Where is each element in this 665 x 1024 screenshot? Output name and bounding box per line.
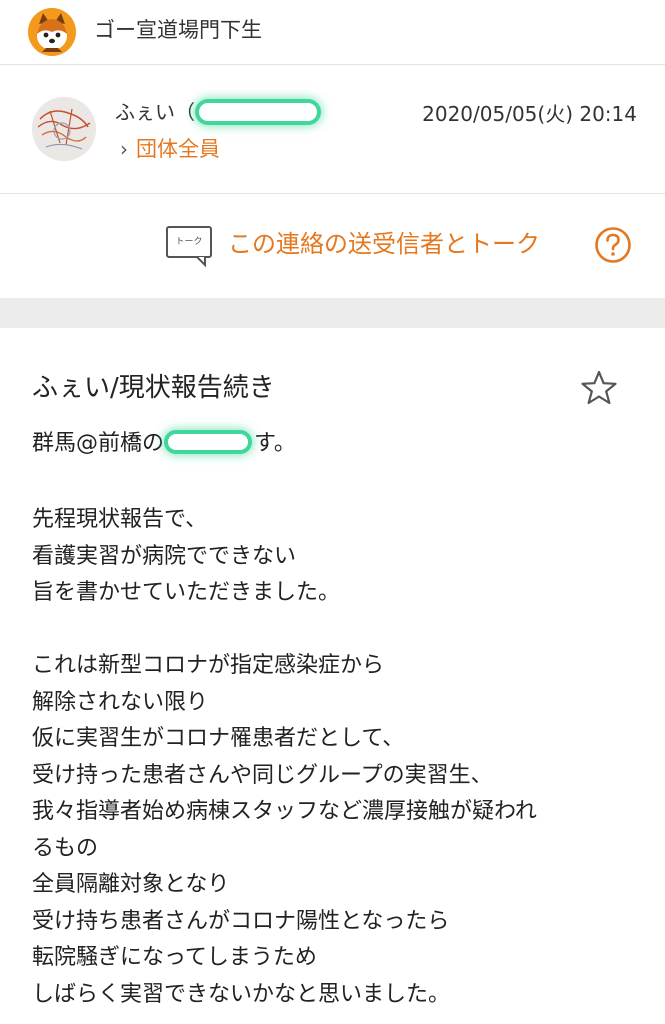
chevron-right-icon: ›	[120, 137, 128, 161]
sender-name-text: ふぇい（	[115, 100, 195, 124]
message-greeting: 群馬@前橋の す。	[32, 426, 296, 462]
sender-row: ふぇい（ 2020/05/05(火) 20:14 › 団体全員	[0, 65, 665, 194]
body-line: 仮に実習生がコロナ罹患者だとして、	[32, 726, 405, 751]
message-subject: ふぇい/現状報告続き	[32, 373, 275, 403]
talk-link[interactable]: この連絡の送受信者とトーク	[228, 228, 540, 260]
body-line: これは新型コロナが指定感染症から	[32, 653, 385, 678]
body-line: 我々指導者始め病棟スタッフなど濃厚接触が疑われ	[32, 799, 537, 824]
redaction-mark	[168, 434, 249, 450]
body-line: 全員隔離対象となり	[32, 872, 230, 897]
recipient-link[interactable]: › 団体全員	[120, 135, 220, 163]
body-line: 転院騒ぎになってしまうため	[32, 945, 317, 970]
star-outline-icon[interactable]	[580, 369, 618, 407]
body-line: 解除されない限り	[32, 689, 209, 715]
body-line: 先程現状報告で、	[32, 507, 208, 532]
body-line: しばらく実習できないかなと思いました。	[32, 981, 451, 1007]
body-line: 受け持った患者さんや同じグループの実習生、	[32, 762, 493, 788]
redaction-mark	[199, 102, 317, 121]
section-separator	[0, 298, 665, 328]
talk-icon-text: トーク	[175, 236, 202, 247]
shiba-dog-icon	[28, 8, 76, 56]
message-timestamp: 2020/05/05(火) 20:14	[422, 102, 637, 126]
greeting-prefix: 群馬@前橋の	[32, 431, 165, 456]
body-line: 旨を書かせていただきました。	[32, 580, 341, 605]
app-header: ゴー宣道場門下生	[0, 0, 665, 65]
sender-avatar-drawing	[32, 97, 96, 161]
body-line: 受け持ち患者さんがコロナ陽性となったら	[32, 908, 450, 934]
body-line: 看護実習が病院でできない	[32, 543, 297, 569]
talk-row: トーク この連絡の送受信者とトーク	[0, 194, 665, 298]
recipient-label: 団体全員	[136, 137, 220, 161]
message-body: 先程現状報告で、 看護実習が病院でできない 旨を書かせていただきました。 これは…	[32, 502, 642, 1013]
greeting-suffix: す。	[254, 431, 296, 456]
group-name: ゴー宣道場門下生	[94, 18, 262, 42]
group-avatar[interactable]	[28, 8, 76, 56]
help-circle-icon[interactable]	[594, 226, 632, 264]
sender-name: ふぇい（	[115, 99, 317, 125]
body-line: るもの	[32, 835, 99, 861]
sender-avatar[interactable]	[32, 97, 96, 161]
talk-bubble-icon[interactable]: トーク	[164, 224, 214, 268]
